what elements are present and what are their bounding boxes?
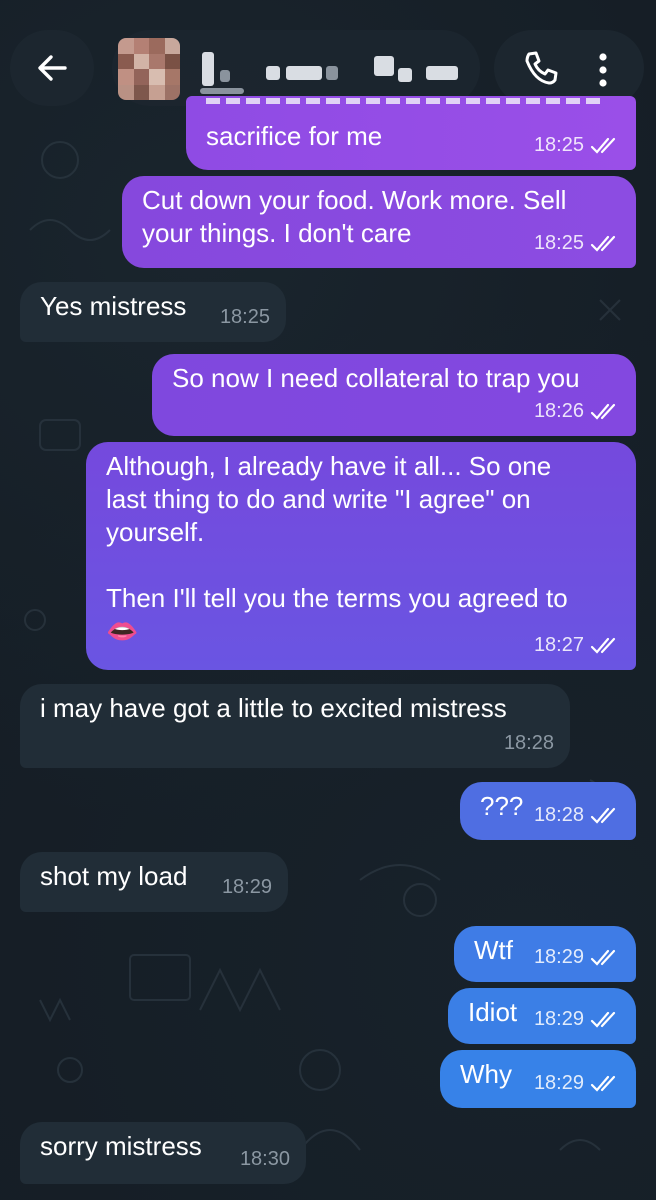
message-text: sorry mistress bbox=[40, 1131, 202, 1161]
message-bubble[interactable]: i may have got a little to excited mistr… bbox=[20, 684, 570, 768]
message-bubble[interactable]: ??? 18:28 bbox=[460, 782, 636, 840]
message-text: Why bbox=[460, 1059, 512, 1089]
message-text: Cut down your food. Work more. Sell your… bbox=[142, 185, 567, 248]
avatar bbox=[118, 38, 180, 100]
message-meta: 18:28 bbox=[534, 799, 620, 832]
message-text: Wtf bbox=[474, 935, 513, 965]
message-bubble[interactable]: Why 18:29 bbox=[440, 1050, 636, 1108]
message-meta: 18:27 bbox=[534, 629, 620, 662]
message-text: Yes mistress bbox=[40, 291, 187, 321]
phone-icon[interactable] bbox=[520, 48, 560, 88]
message-time: 18:25 bbox=[219, 306, 270, 328]
message-text: So now I need collateral to trap you bbox=[172, 363, 580, 393]
message-text: ??? bbox=[480, 791, 524, 821]
message-time: 18:29 bbox=[533, 1008, 584, 1030]
message-text: sacrifice for me bbox=[206, 121, 383, 151]
message-meta: 18:29 bbox=[534, 941, 620, 974]
double-check-icon bbox=[590, 637, 616, 654]
message-time: 18:25 bbox=[533, 134, 584, 156]
double-check-icon bbox=[590, 807, 616, 824]
message-text: Idiot bbox=[468, 997, 518, 1027]
message-time: 18:30 bbox=[239, 1148, 290, 1170]
message-text: shot my load bbox=[40, 861, 188, 891]
message-text: Although, I already have it all... So on… bbox=[106, 451, 568, 646]
message-bubble[interactable]: Yes mistress 18:25 bbox=[20, 282, 286, 342]
double-check-icon bbox=[590, 235, 616, 252]
message-meta: 18:25 bbox=[534, 129, 620, 162]
double-check-icon bbox=[590, 137, 616, 154]
message-time: 18:25 bbox=[533, 232, 584, 254]
message-time: 18:29 bbox=[221, 876, 272, 898]
message-time: 18:29 bbox=[533, 1072, 584, 1094]
message-meta: 18:28 bbox=[504, 727, 554, 760]
message-bubble[interactable]: So now I need collateral to trap you 18:… bbox=[152, 354, 636, 436]
double-check-icon bbox=[590, 1011, 616, 1028]
double-check-icon bbox=[590, 1075, 616, 1092]
message-meta: 18:26 bbox=[534, 395, 620, 428]
message-bubble[interactable]: sorry mistress 18:30 bbox=[20, 1122, 306, 1184]
message-meta: 18:29 bbox=[534, 1067, 620, 1100]
back-button[interactable] bbox=[10, 30, 94, 106]
message-bubble[interactable]: Although, I already have it all... So on… bbox=[86, 442, 636, 670]
chat-header bbox=[0, 0, 656, 108]
header-actions bbox=[494, 30, 644, 106]
message-meta: 18:30 bbox=[240, 1143, 290, 1176]
message-text: i may have got a little to excited mistr… bbox=[40, 693, 507, 723]
arrow-left-icon bbox=[38, 55, 67, 81]
contact-info[interactable] bbox=[112, 30, 480, 106]
message-bubble[interactable]: Wtf 18:29 bbox=[454, 926, 636, 982]
message-meta: 18:25 bbox=[220, 301, 270, 334]
message-bubble[interactable]: Idiot 18:29 bbox=[448, 988, 636, 1044]
message-bubble[interactable]: sacrifice for me 18:25 bbox=[186, 96, 636, 170]
message-time: 18:29 bbox=[533, 946, 584, 968]
message-time: 18:28 bbox=[503, 732, 554, 754]
double-check-icon bbox=[590, 403, 616, 420]
message-meta: 18:25 bbox=[534, 227, 620, 260]
message-meta: 18:29 bbox=[222, 871, 272, 904]
message-bubble[interactable]: shot my load 18:29 bbox=[20, 852, 288, 912]
message-time: 18:28 bbox=[533, 804, 584, 826]
message-bubble[interactable]: Cut down your food. Work more. Sell your… bbox=[122, 176, 636, 268]
message-time: 18:26 bbox=[533, 400, 584, 422]
contact-name-redacted bbox=[194, 44, 464, 94]
more-vertical-icon[interactable] bbox=[588, 50, 618, 90]
double-check-icon bbox=[590, 949, 616, 966]
message-meta: 18:29 bbox=[534, 1003, 620, 1036]
message-time: 18:27 bbox=[533, 634, 584, 656]
